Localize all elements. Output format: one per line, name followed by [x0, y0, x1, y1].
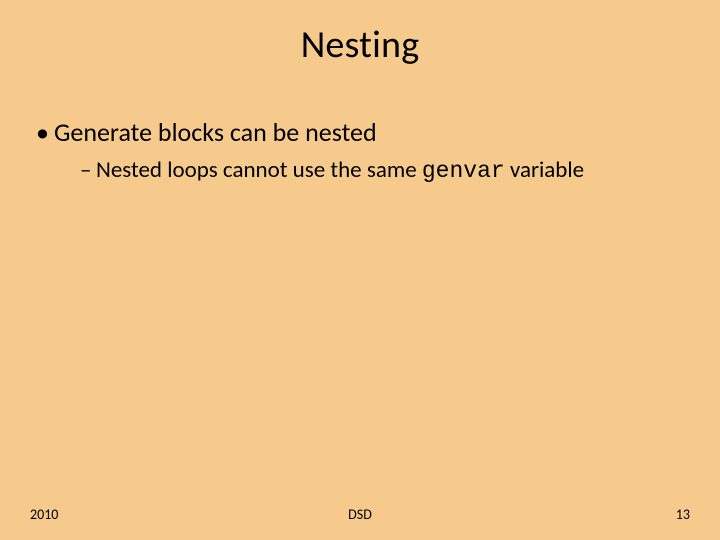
bullet-level2-code: genvar [422, 158, 505, 184]
slide: Nesting •Generate blocks can be nested –… [0, 0, 720, 540]
bullet-level2-suffix: variable [505, 156, 584, 184]
footer-page-number: 13 [676, 506, 690, 523]
slide-body: •Generate blocks can be nested –Nested l… [36, 116, 700, 187]
bullet-dash-icon: – [80, 155, 96, 186]
bullet-dot-icon: • [36, 116, 54, 149]
bullet-level2: –Nested loops cannot use the same genvar… [80, 155, 700, 187]
slide-title: Nesting [0, 22, 720, 68]
slide-footer: 2010 DSD 13 [30, 506, 690, 526]
bullet-level1: •Generate blocks can be nested [36, 116, 700, 149]
bullet-level2-prefix: Nested loops cannot use the same [96, 156, 422, 184]
footer-center: DSD [30, 506, 690, 523]
bullet-level1-text: Generate blocks can be nested [54, 116, 377, 148]
